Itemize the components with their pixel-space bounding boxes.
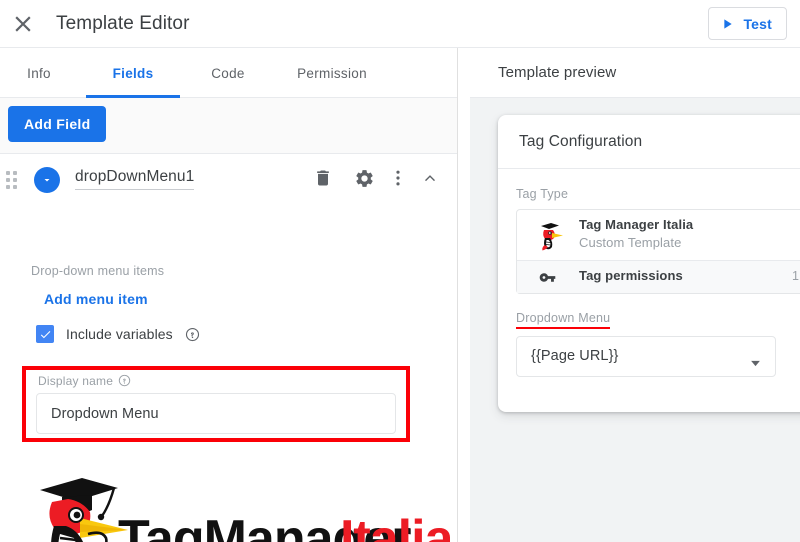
include-variables-checkbox-row[interactable]: Include variables	[36, 325, 200, 343]
chevron-down-icon[interactable]	[750, 354, 761, 367]
display-name-input[interactable]	[36, 393, 396, 434]
tag-type-name: Tag Manager Italia	[579, 217, 694, 232]
editor-tabs: Info Fields Code Permission	[0, 48, 457, 98]
tab-permission[interactable]: Permission	[276, 48, 388, 98]
tab-fields[interactable]: Fields	[86, 48, 180, 98]
dropdown-menu-select[interactable]: {{Page URL}}	[516, 336, 776, 377]
field-name-input[interactable]: dropDownMenu1	[75, 168, 195, 190]
tag-type-label: Tag Type	[516, 187, 569, 201]
tab-info[interactable]: Info	[10, 48, 68, 98]
tag-permissions-count: 1 per	[792, 269, 800, 283]
chevron-up-icon[interactable]	[420, 168, 444, 192]
preview-body: Tag Configuration Tag Type Tag Manager I…	[470, 98, 800, 542]
tag-type-main[interactable]: Tag Manager Italia Custom Template	[517, 210, 800, 261]
test-button-label: Test	[743, 15, 772, 32]
display-name-label: Display name	[38, 374, 114, 388]
help-circle-icon[interactable]	[185, 327, 200, 342]
tag-configuration-title: Tag Configuration	[519, 133, 643, 150]
preview-header: Template preview	[470, 48, 800, 98]
dropdown-caret-icon[interactable]	[34, 167, 60, 193]
dropdown-menu-label: Dropdown Menu	[516, 311, 611, 329]
top-bar: Template Editor Test	[0, 0, 800, 48]
svg-text:Italia: Italia	[340, 510, 450, 542]
template-editor-pane: Info Fields Code Permission Add Field dr…	[0, 48, 458, 542]
add-field-button[interactable]: Add Field	[8, 106, 107, 142]
tag-manager-italia-logo: TagManager Italia	[10, 468, 450, 542]
page-title: Template Editor	[56, 13, 190, 34]
test-button[interactable]: Test	[708, 7, 787, 40]
tag-type-subtitle: Custom Template	[579, 235, 682, 250]
close-icon[interactable]	[10, 11, 36, 37]
add-menu-item-link[interactable]: Add menu item	[44, 291, 148, 307]
drag-handle-icon[interactable]	[6, 171, 18, 189]
template-preview-pane: Template preview Tag Configuration Tag T…	[459, 48, 800, 542]
preview-header-title: Template preview	[498, 64, 617, 81]
tag-card-header: Tag Configuration	[498, 115, 800, 169]
display-name-help-icon[interactable]	[118, 374, 131, 387]
dropdown-menu-value: {{Page URL}}	[531, 348, 619, 364]
tag-permissions-row[interactable]: Tag permissions 1 per	[517, 261, 800, 293]
include-variables-checkbox[interactable]	[36, 325, 54, 343]
more-vert-icon[interactable]	[388, 168, 412, 192]
play-icon	[719, 16, 735, 32]
tag-permissions-label: Tag permissions	[579, 268, 683, 283]
field-row: dropDownMenu1	[0, 154, 457, 206]
include-variables-label: Include variables	[66, 326, 173, 342]
dropdown-items-label: Drop-down menu items	[31, 264, 165, 278]
key-icon	[539, 269, 556, 286]
woodpecker-graduate-icon	[40, 478, 128, 542]
add-field-toolbar: Add Field	[0, 98, 457, 154]
gear-icon[interactable]	[354, 168, 378, 192]
woodpecker-logo-icon	[535, 219, 567, 251]
tab-code[interactable]: Code	[194, 48, 262, 98]
tag-type-box[interactable]: Tag Manager Italia Custom Template Tag p…	[516, 209, 800, 294]
tag-configuration-card: Tag Configuration Tag Type Tag Manager I…	[498, 115, 800, 412]
trash-icon[interactable]	[313, 168, 337, 192]
